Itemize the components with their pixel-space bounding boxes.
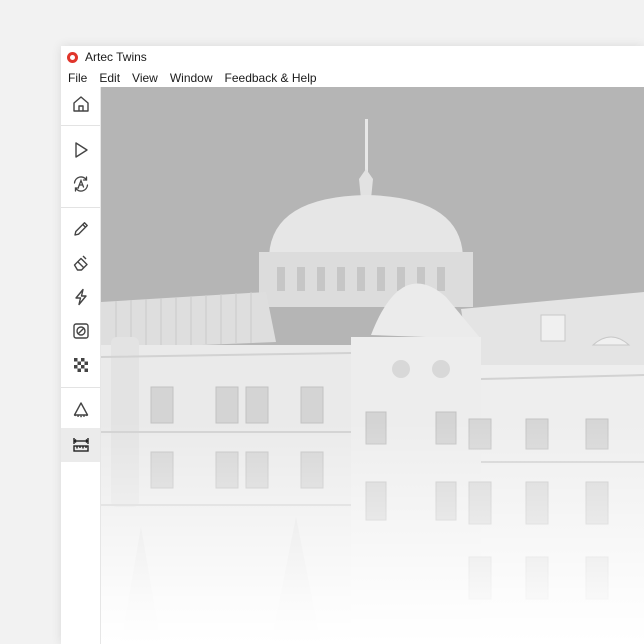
title-bar: Artec Twins — [61, 46, 644, 68]
auto-process-button[interactable] — [61, 280, 100, 314]
building-3d-model — [101, 87, 644, 644]
app-window: Artec Twins File Edit View Window Feedba… — [61, 46, 644, 644]
texture-button[interactable] — [61, 348, 100, 382]
cone-icon — [73, 402, 88, 418]
texture-checker-icon — [73, 358, 88, 372]
lightning-icon — [74, 288, 87, 306]
menu-file[interactable]: File — [61, 71, 93, 85]
home-icon — [72, 96, 89, 112]
tool-sidebar — [61, 87, 101, 644]
restrict-button[interactable] — [61, 314, 100, 348]
toolbar-separator — [61, 387, 100, 388]
autopilot-button[interactable] — [61, 167, 100, 201]
play-button[interactable] — [61, 133, 100, 167]
no-entry-icon — [72, 323, 89, 339]
autopilot-icon — [73, 176, 88, 192]
menu-window[interactable]: Window — [164, 71, 219, 85]
artec-logo-icon — [67, 52, 78, 63]
toolbar-separator — [61, 125, 100, 126]
menu-edit[interactable]: Edit — [93, 71, 126, 85]
app-title: Artec Twins — [85, 50, 147, 64]
toolbar-separator — [61, 207, 100, 208]
menu-bar: File Edit View Window Feedback & Help — [61, 68, 644, 87]
play-icon — [74, 142, 88, 158]
home-button[interactable] — [61, 87, 100, 121]
eraser-icon — [73, 255, 88, 271]
cone-button[interactable] — [61, 393, 100, 427]
measure-button[interactable] — [61, 428, 100, 462]
pencil-icon — [73, 222, 88, 236]
menu-feedback-help[interactable]: Feedback & Help — [219, 71, 323, 85]
eraser-button[interactable] — [61, 246, 100, 280]
3d-viewport[interactable] — [101, 87, 644, 644]
edit-button[interactable] — [61, 212, 100, 246]
menu-view[interactable]: View — [126, 71, 164, 85]
measure-icon — [72, 438, 89, 452]
